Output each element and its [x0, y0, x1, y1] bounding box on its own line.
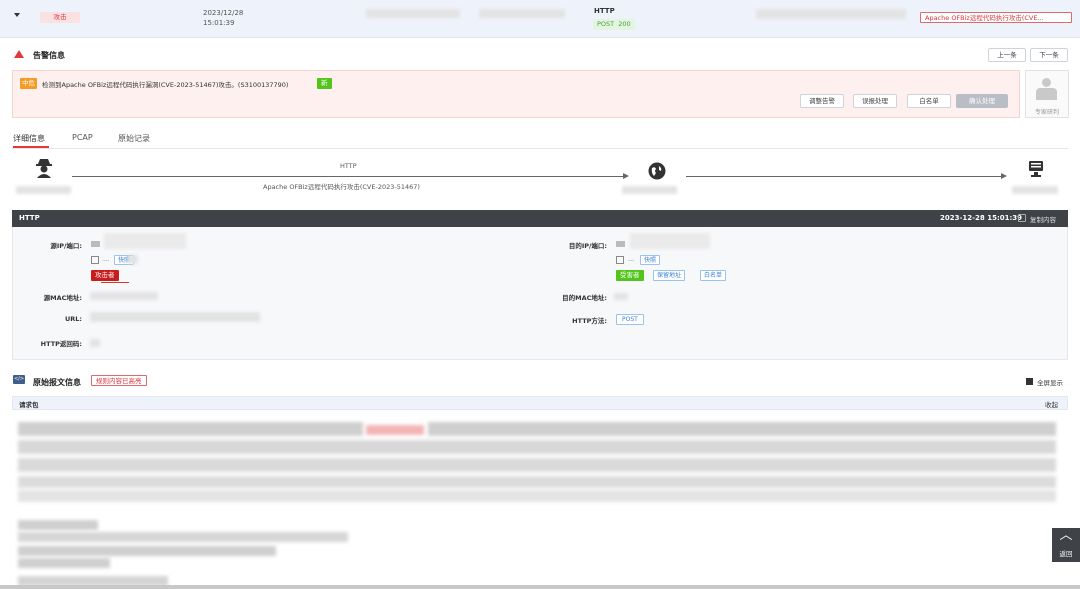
packet-line-4 [18, 476, 1056, 488]
back-to-top-label: 返回 [1059, 550, 1073, 558]
dst-mac-value [614, 293, 628, 300]
confirm-button[interactable]: 确认处理 [956, 94, 1008, 108]
server-icon [1029, 161, 1043, 177]
tab-pcap[interactable]: PCAP [72, 133, 93, 142]
dst-ip-value [630, 233, 710, 249]
keep-address-button[interactable]: 保留地址 [653, 270, 686, 281]
expand-caret-icon[interactable] [14, 13, 20, 17]
row-date: 2023/12/28 [203, 9, 244, 17]
alert-list-row[interactable] [0, 0, 1080, 38]
adjust-alert-button[interactable]: 调整告警 [800, 94, 844, 108]
level-badge: 中危 [20, 78, 37, 89]
dst-mac-label: 目的MAC地址: [562, 294, 607, 302]
dst-ip-label: 目的IP/端口: [568, 242, 607, 250]
code-icon: </> [13, 375, 25, 384]
flow-attack-name: Apache OFBiz远程代码执行攻击(CVE-2023-51467) [263, 183, 420, 191]
http-panel-title: HTTP [19, 214, 40, 222]
row-alert-name[interactable]: Apache OFBiz远程代码执行攻击(CVE... [920, 12, 1072, 23]
flow-line-2 [686, 176, 1002, 177]
url-label: URL: [64, 315, 82, 323]
rule-highlight-badge: 规则内容已高亮 [91, 375, 147, 386]
collapse-button[interactable]: 收起 [1045, 399, 1058, 409]
warning-icon [14, 50, 24, 58]
src-ip-flag-icon [91, 241, 100, 247]
expert-avatar-icon [1042, 78, 1051, 87]
dst-ellipsis: ... [628, 255, 635, 263]
flow-arrow-1 [623, 173, 629, 179]
prev-button[interactable]: 上一条 [988, 48, 1026, 62]
packet-line-9 [18, 558, 110, 568]
http-code-value [90, 339, 100, 347]
url-value [90, 312, 260, 322]
src-mac-label: 源MAC地址: [43, 294, 82, 302]
back-to-top-arrow-icon: ︿ [1059, 528, 1073, 543]
request-header-bar [12, 396, 1068, 410]
row-protocol: HTTP [594, 7, 615, 15]
http-code-label: HTTP返回码: [40, 340, 82, 348]
packet-highlight [366, 425, 424, 435]
row-method-status: POST 200 [593, 19, 635, 30]
row-src-ip [366, 9, 460, 18]
expert-body [1036, 88, 1057, 100]
alert-section-title: 告警信息 [33, 51, 65, 60]
tabs-divider [12, 148, 1068, 149]
packet-line-3 [18, 458, 1056, 472]
copy-icon[interactable] [1018, 214, 1026, 222]
dst-snapshot-button[interactable]: 快照 [640, 255, 661, 265]
dst-snapshot-icon[interactable] [616, 256, 624, 264]
hacker-icon [36, 159, 52, 178]
dst-whitelist-button[interactable]: 白名单 [700, 270, 727, 281]
src-ip-label: 源IP/端口: [50, 242, 82, 250]
src-extra [128, 255, 138, 264]
attacker-badge: 攻击者 [91, 270, 119, 281]
attacker-underline [101, 282, 129, 283]
row-time: 15:01:39 [203, 19, 235, 27]
fullscreen-button[interactable]: 全屏显示 [1037, 377, 1063, 387]
raw-section-title: 原始报文信息 [33, 378, 81, 387]
flow-line-1 [72, 176, 624, 177]
packet-line-1 [18, 422, 363, 436]
packet-line-2 [18, 440, 1056, 454]
expert-label: 专家研判 [1034, 109, 1059, 116]
http-method-value: POST [616, 314, 644, 325]
request-label: 请求包 [19, 401, 39, 409]
http-panel-timestamp: 2023-12-28 15:01:39 [940, 214, 1023, 222]
alert-description: 检测到Apache OFBiz远程代码执行漏洞(CVE-2023-51467)攻… [42, 81, 289, 89]
globe-icon [648, 162, 666, 180]
copy-content-button[interactable]: 复制内容 [1030, 214, 1056, 224]
flow-protocol: HTTP [340, 162, 357, 170]
packet-line-8 [18, 546, 276, 556]
attacker-ip [16, 186, 71, 194]
next-button[interactable]: 下一条 [1030, 48, 1068, 62]
flow-arrow-2 [1001, 173, 1007, 179]
false-positive-button[interactable]: 误报处理 [853, 94, 897, 108]
packet-line-7 [18, 532, 348, 542]
whitelist-button[interactable]: 白名单 [907, 94, 951, 108]
src-mac-value [90, 292, 158, 300]
src-snapshot-icon[interactable] [91, 256, 99, 264]
http-panel-header [12, 210, 1068, 227]
tab-raw-record[interactable]: 原始记录 [118, 133, 150, 144]
fullscreen-icon[interactable] [1026, 378, 1033, 385]
src-ip-value [104, 233, 186, 249]
tab-detail[interactable]: 详细信息 [13, 133, 45, 144]
new-badge: 新 [317, 78, 332, 89]
http-method-label: HTTP方法: [572, 317, 607, 325]
middle-ip [622, 186, 677, 194]
packet-line-5 [18, 490, 1056, 502]
packet-line-1b [428, 422, 1056, 436]
victim-ip [1012, 186, 1058, 194]
row-dst-ip [479, 9, 565, 18]
bottom-scrollbar[interactable] [0, 585, 1080, 589]
src-ellipsis: ... [103, 255, 110, 263]
row-host [756, 9, 906, 19]
dst-ip-flag-icon [616, 241, 625, 247]
victim-badge: 受害者 [616, 270, 644, 281]
type-badge: 攻击 [40, 12, 80, 23]
packet-line-6 [18, 520, 98, 530]
